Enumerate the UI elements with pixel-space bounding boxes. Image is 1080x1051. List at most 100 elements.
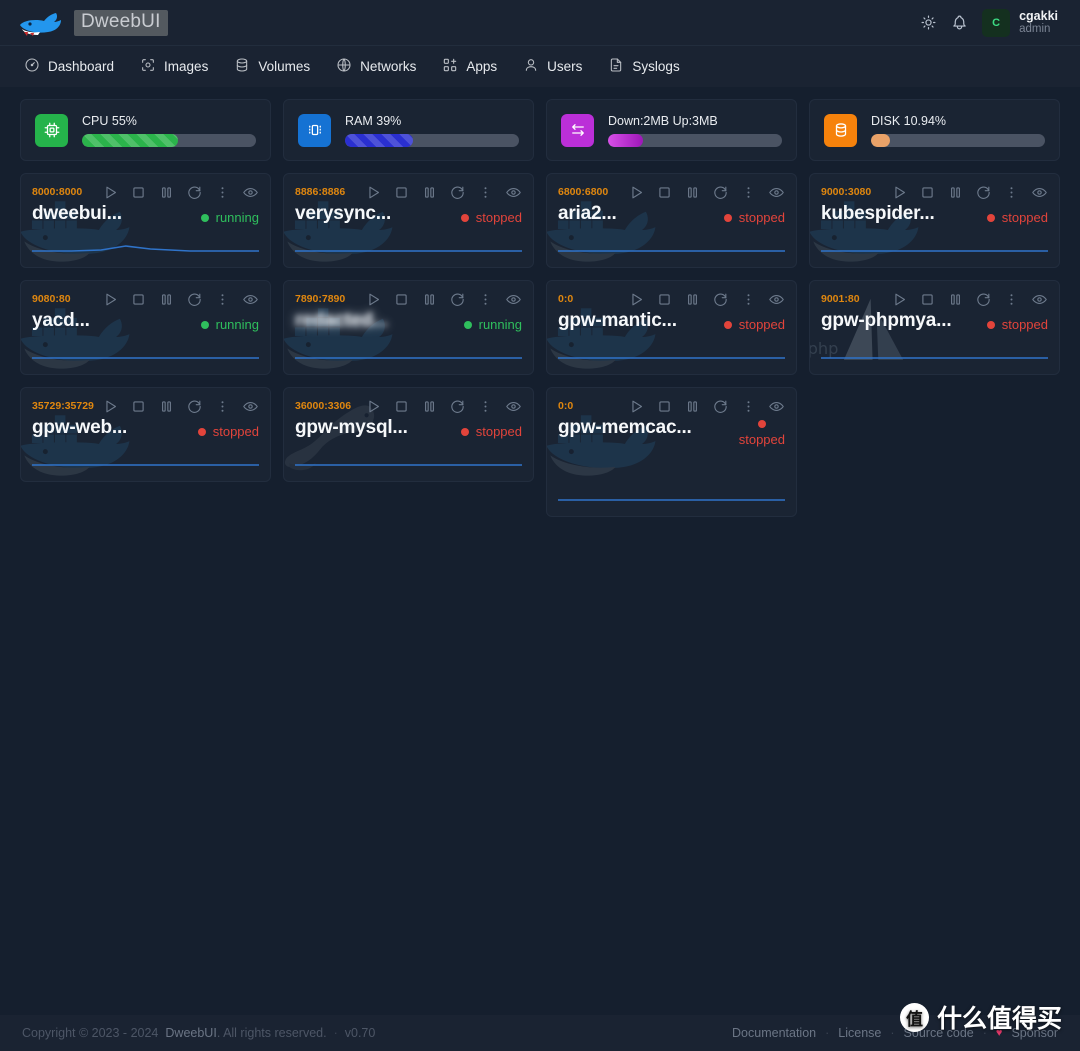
nav-item-dashboard[interactable]: Dashboard — [24, 57, 114, 76]
eye-icon[interactable] — [1031, 184, 1048, 201]
kebab-menu-icon[interactable] — [740, 184, 757, 201]
sun-icon[interactable] — [920, 14, 937, 31]
pause-icon[interactable] — [947, 184, 964, 201]
kebab-menu-icon[interactable] — [1003, 184, 1020, 201]
eye-icon[interactable] — [768, 184, 785, 201]
nav-item-networks[interactable]: Networks — [336, 57, 416, 76]
kebab-menu-icon[interactable] — [477, 398, 494, 415]
pause-icon[interactable] — [947, 291, 964, 308]
pause-icon[interactable] — [158, 398, 175, 415]
kebab-menu-icon[interactable] — [214, 398, 231, 415]
footer-link-license[interactable]: License — [838, 1026, 881, 1040]
user-menu[interactable]: C cgakki admin — [982, 8, 1058, 37]
eye-icon[interactable] — [1031, 291, 1048, 308]
kebab-menu-icon[interactable] — [740, 398, 757, 415]
container-card[interactable]: 9080:80 yacd... running — [20, 280, 271, 375]
restart-icon[interactable] — [186, 291, 203, 308]
stop-icon[interactable] — [656, 184, 673, 201]
stat-card-network: Down:2MB Up:3MB — [546, 99, 797, 161]
stop-icon[interactable] — [130, 398, 147, 415]
container-card[interactable]: 8886:8886 verysync... stopped — [283, 173, 534, 268]
kebab-menu-icon[interactable] — [740, 291, 757, 308]
status-label: stopped — [738, 317, 785, 332]
pause-icon[interactable] — [158, 184, 175, 201]
restart-icon[interactable] — [712, 398, 729, 415]
kebab-menu-icon[interactable] — [214, 184, 231, 201]
status-badge: stopped — [197, 417, 259, 439]
kebab-menu-icon[interactable] — [1003, 291, 1020, 308]
restart-icon[interactable] — [186, 398, 203, 415]
play-icon[interactable] — [365, 291, 382, 308]
pause-icon[interactable] — [421, 184, 438, 201]
kebab-menu-icon[interactable] — [477, 184, 494, 201]
disk-icon — [824, 113, 857, 147]
container-card[interactable]: 35729:35729 gpw-web... stopped — [20, 387, 271, 482]
eye-icon[interactable] — [242, 291, 259, 308]
apps-grid-plus-icon — [442, 57, 458, 76]
kebab-menu-icon[interactable] — [214, 291, 231, 308]
container-card[interactable]: php 9001:80 gpw-phpmya... stopped — [809, 280, 1060, 375]
play-icon[interactable] — [891, 291, 908, 308]
play-icon[interactable] — [628, 291, 645, 308]
transfer-icon — [561, 113, 594, 147]
pause-icon[interactable] — [684, 291, 701, 308]
pause-icon[interactable] — [684, 184, 701, 201]
eye-icon[interactable] — [768, 398, 785, 415]
eye-icon[interactable] — [242, 184, 259, 201]
play-icon[interactable] — [365, 184, 382, 201]
restart-icon[interactable] — [186, 184, 203, 201]
pause-icon[interactable] — [158, 291, 175, 308]
container-card[interactable]: 9000:3080 kubespider... stopped — [809, 173, 1060, 268]
nav-item-users[interactable]: Users — [523, 57, 582, 76]
bell-icon[interactable] — [951, 14, 968, 31]
stop-icon[interactable] — [919, 184, 936, 201]
stop-icon[interactable] — [393, 291, 410, 308]
container-card[interactable]: 8000:8000 dweebui... running — [20, 173, 271, 268]
eye-icon[interactable] — [242, 398, 259, 415]
brand[interactable]: DweebUI — [18, 8, 168, 38]
eye-icon[interactable] — [768, 291, 785, 308]
pause-icon[interactable] — [684, 398, 701, 415]
container-card[interactable]: 7890:7890 redacted... running — [283, 280, 534, 375]
restart-icon[interactable] — [712, 184, 729, 201]
play-icon[interactable] — [102, 398, 119, 415]
restart-icon[interactable] — [449, 398, 466, 415]
restart-icon[interactable] — [975, 291, 992, 308]
play-icon[interactable] — [628, 398, 645, 415]
container-name: gpw-web... — [32, 417, 128, 438]
stop-icon[interactable] — [393, 398, 410, 415]
disk-progress-fill — [871, 133, 891, 147]
stop-icon[interactable] — [130, 291, 147, 308]
container-card[interactable]: 0:0 gpw-memcac... stopped — [546, 387, 797, 517]
container-card[interactable]: 6800:6800 aria2... stopped — [546, 173, 797, 268]
container-card[interactable]: 36000:3306 gpw-mysql... stopped — [283, 387, 534, 482]
play-icon[interactable] — [102, 291, 119, 308]
play-icon[interactable] — [102, 184, 119, 201]
restart-icon[interactable] — [449, 291, 466, 308]
pause-icon[interactable] — [421, 291, 438, 308]
pause-icon[interactable] — [421, 398, 438, 415]
stop-icon[interactable] — [656, 291, 673, 308]
resource-sparkline — [821, 233, 1048, 255]
stat-label: CPU 55% — [82, 113, 137, 128]
footer-link-documentation[interactable]: Documentation — [732, 1026, 816, 1040]
stop-icon[interactable] — [130, 184, 147, 201]
stop-icon[interactable] — [393, 184, 410, 201]
restart-icon[interactable] — [712, 291, 729, 308]
nav-item-apps[interactable]: Apps — [442, 57, 497, 76]
stop-icon[interactable] — [919, 291, 936, 308]
play-icon[interactable] — [891, 184, 908, 201]
play-icon[interactable] — [365, 398, 382, 415]
play-icon[interactable] — [628, 184, 645, 201]
eye-icon[interactable] — [505, 184, 522, 201]
nav-item-images[interactable]: Images — [140, 57, 208, 76]
restart-icon[interactable] — [975, 184, 992, 201]
stop-icon[interactable] — [656, 398, 673, 415]
container-card[interactable]: 0:0 gpw-mantic... stopped — [546, 280, 797, 375]
nav-item-volumes[interactable]: Volumes — [234, 57, 310, 76]
eye-icon[interactable] — [505, 398, 522, 415]
restart-icon[interactable] — [449, 184, 466, 201]
nav-item-syslogs[interactable]: Syslogs — [608, 57, 680, 76]
eye-icon[interactable] — [505, 291, 522, 308]
kebab-menu-icon[interactable] — [477, 291, 494, 308]
